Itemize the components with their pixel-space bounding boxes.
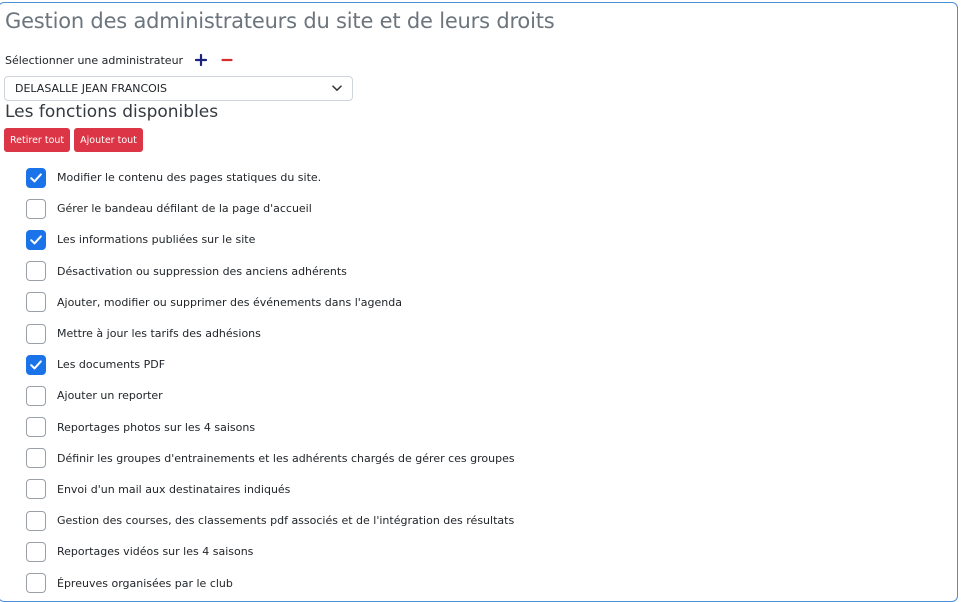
list-item: Les informations publiées sur le site (26, 224, 515, 255)
admin-select[interactable]: DELASALLE JEAN FRANCOIS (4, 76, 353, 101)
function-label: Définir les groupes d'entrainements et l… (57, 451, 515, 465)
admin-selector-row: Sélectionner une administrateur (5, 51, 235, 69)
function-checkbox[interactable] (26, 448, 46, 469)
list-item: Envoi d'un mail aux destinataires indiqu… (26, 474, 515, 505)
list-item: Mettre à jour les tarifs des adhésions (26, 318, 515, 349)
functions-list: Modifier le contenu des pages statiques … (26, 162, 515, 599)
function-label: Envoi d'un mail aux destinataires indiqu… (57, 482, 291, 496)
minus-icon[interactable] (219, 52, 235, 68)
list-item: Épreuves organisées par le club (26, 567, 515, 598)
function-label: Modifier le contenu des pages statiques … (57, 171, 322, 185)
list-item: Définir les groupes d'entrainements et l… (26, 443, 515, 474)
function-checkbox[interactable] (26, 385, 46, 406)
function-checkbox[interactable] (26, 198, 46, 219)
function-label: Les documents PDF (57, 358, 166, 372)
function-label: Reportages photos sur les 4 saisons (57, 420, 256, 434)
add-all-button[interactable]: Ajouter tout (74, 128, 143, 152)
chevron-down-icon (332, 82, 342, 95)
remove-all-button[interactable]: Retirer tout (4, 128, 71, 152)
function-checkbox[interactable] (26, 292, 46, 313)
function-checkbox[interactable] (26, 261, 46, 282)
list-item: Modifier le contenu des pages statiques … (26, 162, 515, 193)
function-label: Gérer le bandeau défilant de la page d'a… (57, 202, 312, 216)
list-item: Gérer le bandeau défilant de la page d'a… (26, 193, 515, 224)
function-label: Ajouter, modifier ou supprimer des événe… (57, 295, 402, 309)
function-checkbox[interactable] (26, 479, 46, 500)
function-label: Gestion des courses, des classements pdf… (57, 514, 515, 528)
list-item: Désactivation ou suppression des anciens… (26, 256, 515, 287)
plus-icon[interactable] (193, 52, 209, 68)
function-checkbox[interactable] (26, 417, 46, 438)
function-label: Reportages vidéos sur les 4 saisons (57, 545, 254, 559)
check-icon (30, 172, 42, 182)
list-item: Reportages vidéos sur les 4 saisons (26, 536, 515, 567)
list-item: Gestion des courses, des classements pdf… (26, 505, 515, 536)
admin-select-value: DELASALLE JEAN FRANCOIS (15, 82, 168, 95)
function-checkbox[interactable] (26, 541, 46, 562)
function-label: Mettre à jour les tarifs des adhésions (57, 327, 261, 341)
check-icon (30, 360, 42, 370)
page-title: Gestion des administrateurs du site et d… (5, 9, 555, 33)
list-item: Ajouter un reporter (26, 380, 515, 411)
list-item: Reportages photos sur les 4 saisons (26, 412, 515, 443)
function-label: Désactivation ou suppression des anciens… (57, 264, 347, 278)
functions-title: Les fonctions disponibles (5, 102, 219, 122)
function-checkbox[interactable] (26, 573, 46, 594)
list-item: Ajouter, modifier ou supprimer des événe… (26, 287, 515, 318)
admin-selector-label: Sélectionner une administrateur (5, 53, 184, 67)
function-checkbox[interactable] (26, 510, 46, 531)
function-checkbox[interactable] (26, 354, 46, 375)
function-label: Les informations publiées sur le site (57, 233, 256, 247)
function-checkbox[interactable] (26, 323, 46, 344)
function-label: Ajouter un reporter (57, 389, 163, 403)
function-checkbox[interactable] (26, 229, 46, 250)
bulk-actions: Retirer tout Ajouter tout (4, 128, 143, 152)
admin-rights-panel: Gestion des administrateurs du site et d… (0, 2, 958, 602)
check-icon (30, 235, 42, 245)
list-item: Les documents PDF (26, 349, 515, 380)
function-checkbox[interactable] (26, 167, 46, 188)
function-label: Épreuves organisées par le club (57, 576, 233, 590)
